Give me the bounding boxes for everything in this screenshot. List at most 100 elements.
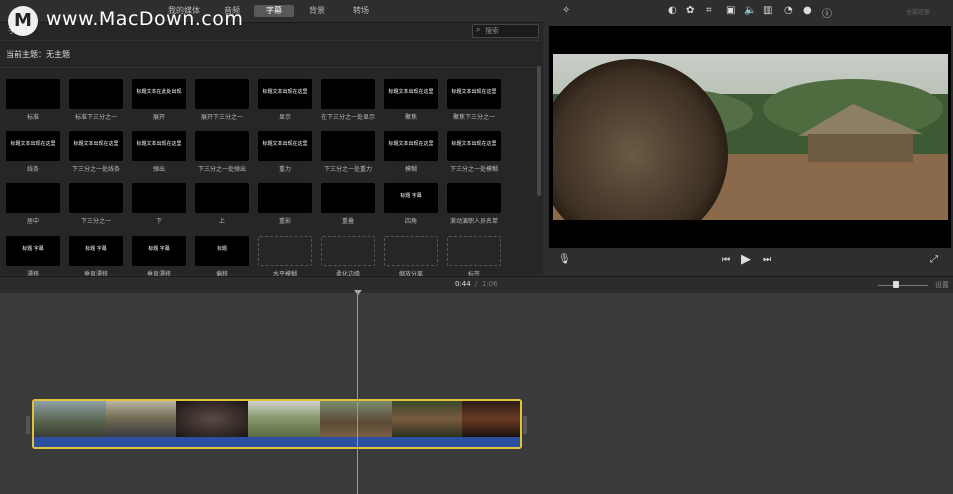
title-tile[interactable]: 标题 字幕 四角 — [384, 183, 438, 225]
camera-icon[interactable]: ▣ — [726, 5, 735, 16]
search-input[interactable]: 搜索 — [485, 25, 535, 37]
title-tile[interactable]: 展开下三分之一 — [195, 79, 249, 121]
equalizer-icon[interactable]: ▥ — [763, 5, 772, 16]
title-label: 下 — [155, 218, 162, 225]
title-tile[interactable]: 标准 — [6, 79, 60, 121]
title-tile[interactable]: 标题文本出现在这里 聚焦下三分之一 — [447, 79, 501, 121]
title-thumbnail — [258, 236, 312, 266]
title-tile[interactable]: 标题文本出现在这里 模糊 — [384, 131, 438, 173]
title-label: 滚动演职人员名单 — [449, 218, 498, 225]
fullscreen-icon[interactable]: ⤢ — [930, 254, 938, 265]
skip-forward-button[interactable]: ⏭ — [763, 255, 771, 265]
title-thumbnail: 标题 — [195, 236, 249, 266]
clip-right-handle[interactable] — [523, 416, 527, 434]
speed-icon[interactable]: ◔ — [784, 5, 793, 16]
title-thumbnail — [321, 131, 375, 161]
title-label: 标准 — [26, 114, 39, 121]
title-thumbnail — [321, 79, 375, 109]
title-thumbnail-text: 标题文本出现在这里 — [388, 141, 434, 147]
title-tile[interactable]: 标题文本出现在这里 显示 — [258, 79, 312, 121]
title-tile[interactable]: 标签 — [447, 236, 501, 278]
title-tile[interactable]: 下 — [132, 183, 186, 225]
title-tile[interactable]: 标题文本出现在这里重力 — [258, 131, 312, 173]
title-tile[interactable]: 在下三分之一处显示 — [321, 79, 375, 121]
search-icon: ⌕ — [476, 25, 481, 34]
tab-transitions[interactable]: 转场 — [344, 5, 378, 17]
theme-row: 当前主题：无主题 — [0, 40, 540, 68]
title-label: 下三分之一处弹出 — [197, 166, 246, 173]
title-label: 重叠 — [341, 218, 354, 225]
clip-thumbnail — [392, 401, 462, 437]
magic-wand-icon[interactable]: ✧ — [562, 5, 570, 16]
title-tile[interactable]: 标题文本出现在这里 下三分之一处模糊 — [447, 131, 501, 173]
zoom-slider[interactable] — [878, 285, 928, 286]
current-theme-label: 当前主题：无主题 — [6, 50, 70, 59]
crop-icon[interactable]: ⌗ — [706, 5, 712, 16]
settings-button[interactable]: 设置 — [935, 280, 949, 290]
title-tile[interactable]: 标题 偏移 — [195, 236, 249, 278]
microphone-icon[interactable]: 🎙 — [558, 254, 571, 265]
title-thumbnail — [321, 236, 375, 266]
title-thumbnail: 标题 字幕 — [384, 183, 438, 213]
tab-titles[interactable]: 字幕 — [254, 5, 294, 17]
title-thumbnail: 标题文本出现在这里 — [447, 131, 501, 161]
title-tile[interactable]: 上 — [195, 183, 249, 225]
title-tile[interactable]: 下三分之一处重力 — [321, 131, 375, 173]
browser-scrollbar[interactable] — [537, 66, 541, 196]
title-tile[interactable]: 下三分之一 — [69, 183, 123, 225]
title-tile[interactable]: 滚动演职人员名单 — [447, 183, 501, 225]
title-label: 弹出 — [152, 166, 165, 173]
title-thumbnail: 标题 字幕 — [6, 236, 60, 266]
title-tile[interactable]: 标题文本出现在这里 聚焦 — [384, 79, 438, 121]
clip-thumbnail — [248, 401, 320, 437]
title-thumbnail-text: 标题 字幕 — [400, 193, 422, 199]
audio-waveform[interactable] — [34, 437, 520, 447]
clip-thumbnail — [176, 401, 248, 437]
title-tile[interactable]: 标题文本在此处出现 展开 — [132, 79, 186, 121]
search-field[interactable]: ⌕ 搜索 — [472, 24, 539, 38]
zoom-slider-knob[interactable] — [893, 281, 899, 288]
clip-thumbnail — [106, 401, 176, 437]
playhead[interactable] — [357, 292, 358, 494]
title-thumbnail: 标题文本出现在这里 — [447, 79, 501, 109]
title-tile[interactable]: 水平模糊 — [258, 236, 312, 278]
title-label: 标准下三分之一 — [74, 114, 117, 121]
title-label: 下三分之一处模糊 — [449, 166, 498, 173]
media-browser: 我的媒体 音频 字幕 背景 转场 字幕 ≫ ⌕ 搜索 当前主题：无主题 标准标准… — [0, 0, 543, 278]
title-thumbnail: 标题文本出现在这里 — [132, 131, 186, 161]
title-tile[interactable]: 下三分之一处弹出 — [195, 131, 249, 173]
tab-backgrounds[interactable]: 背景 — [300, 5, 334, 17]
title-label: 重力 — [278, 166, 291, 173]
info-icon[interactable]: ⓘ — [822, 5, 832, 20]
title-tile[interactable]: 标题 字幕 垂直漂移 — [69, 236, 123, 278]
title-tile[interactable]: 缩放分离 — [384, 236, 438, 278]
title-label: 展开下三分之一 — [200, 114, 243, 121]
title-tile[interactable]: 重叠 — [321, 183, 375, 225]
title-thumbnail — [132, 183, 186, 213]
title-thumbnail: 标题文本出现在这里 — [69, 131, 123, 161]
reset-all-button[interactable]: 全部还原 — [906, 7, 930, 16]
title-thumbnail: 标题文本出现在这里 — [258, 131, 312, 161]
title-tile[interactable]: 标题 字幕 垂直漂移 — [132, 236, 186, 278]
color-palette-icon[interactable]: ✿ — [686, 5, 694, 16]
title-tile[interactable]: 标准下三分之一 — [69, 79, 123, 121]
title-tile[interactable]: 标题 字幕 漂移 — [6, 236, 60, 278]
selected-clip[interactable] — [32, 399, 522, 449]
filter-icon[interactable]: ● — [803, 5, 812, 16]
title-tile[interactable]: 标题文本出现在这里 线条 — [6, 131, 60, 173]
skip-back-button[interactable]: ⏮ — [722, 255, 730, 265]
title-thumbnail: 标题文本出现在这里 — [384, 79, 438, 109]
clip-left-handle[interactable] — [26, 416, 30, 434]
title-tile[interactable]: 重影 — [258, 183, 312, 225]
title-tile[interactable]: 柔化边缘 — [321, 236, 375, 278]
play-button[interactable]: ▶ — [741, 252, 751, 267]
title-thumbnail-text: 标题文本出现在这里 — [451, 141, 497, 147]
title-tile[interactable]: 居中 — [6, 183, 60, 225]
timeline[interactable] — [0, 293, 953, 494]
title-tile[interactable]: 标题文本出现在这里弹出 — [132, 131, 186, 173]
title-thumbnail: 标题文本出现在这里 — [384, 131, 438, 161]
volume-icon[interactable]: 🔈 — [744, 5, 756, 16]
title-tile[interactable]: 标题文本出现在这里 下三分之一处线条 — [69, 131, 123, 173]
playhead-marker[interactable] — [354, 290, 362, 295]
color-balance-icon[interactable]: ◐ — [668, 5, 677, 16]
